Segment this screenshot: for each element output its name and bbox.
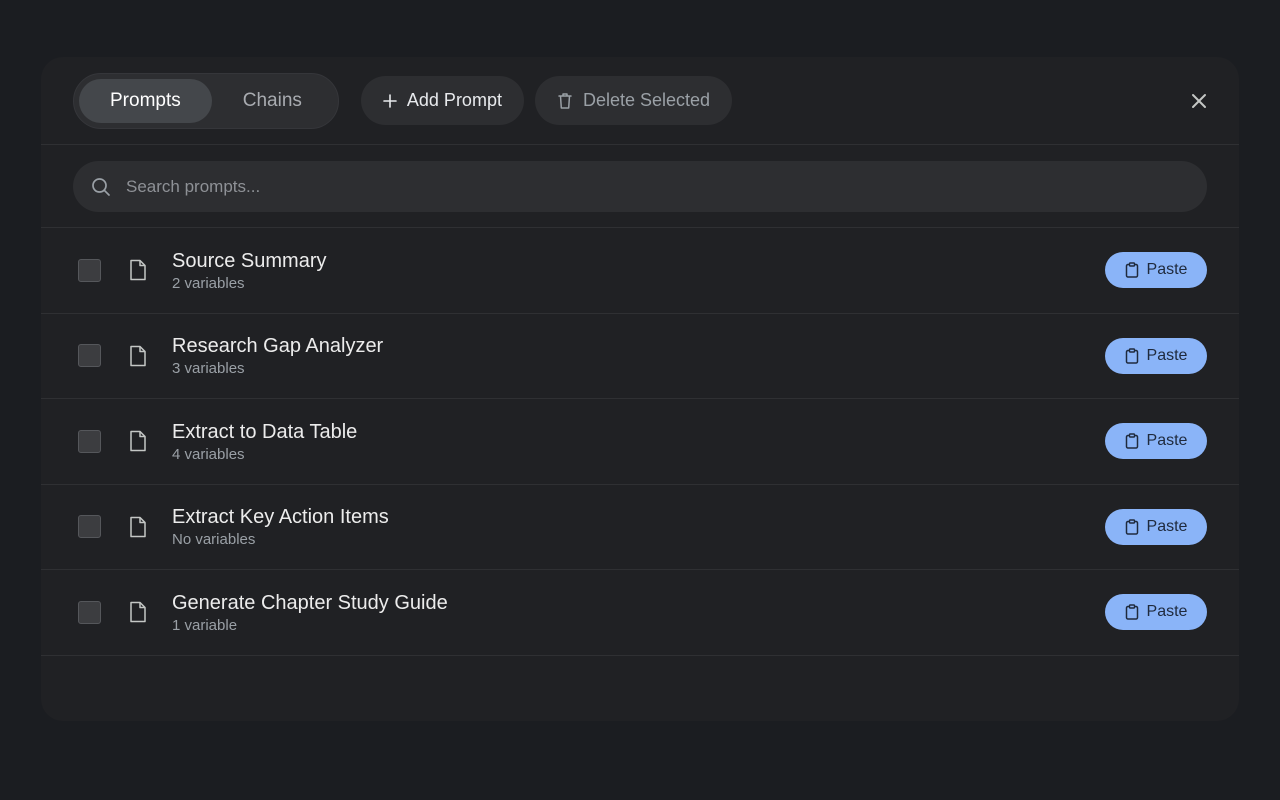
tab-prompts[interactable]: Prompts — [79, 78, 212, 123]
clipboard-icon — [1125, 348, 1138, 364]
search-icon — [92, 177, 110, 196]
prompt-variable-count: 4 variables — [172, 445, 245, 463]
row-checkbox[interactable] — [78, 600, 101, 624]
paste-button[interactable]: Paste — [1105, 508, 1207, 545]
trash-icon — [558, 92, 572, 109]
prompt-variable-count: 3 variables — [172, 360, 245, 378]
document-icon — [130, 602, 146, 623]
add-prompt-button[interactable]: Add Prompt — [360, 76, 524, 125]
prompt-variable-count: No variables — [172, 531, 256, 549]
prompt-text: Extract Key Action Items No variables — [172, 505, 1105, 548]
document-icon — [130, 345, 146, 366]
toolbar: Prompts Chains Add Prompt Delete Selecte… — [41, 57, 1239, 145]
prompt-variable-count: 1 variable — [172, 616, 238, 634]
list-item: Extract Key Action Items No variables Pa… — [41, 485, 1239, 570]
paste-label: Paste — [1146, 261, 1188, 279]
search-section — [41, 145, 1239, 228]
paste-button[interactable]: Paste — [1105, 252, 1207, 289]
prompt-library-panel: Prompts Chains Add Prompt Delete Selecte… — [41, 57, 1239, 721]
clipboard-icon — [1125, 262, 1138, 278]
prompt-text: Generate Chapter Study Guide 1 variable — [172, 591, 1105, 634]
prompt-title: Source Summary — [172, 249, 327, 272]
paste-button[interactable]: Paste — [1105, 337, 1207, 374]
prompt-title: Extract Key Action Items — [172, 506, 389, 529]
document-icon — [130, 431, 146, 452]
prompt-list: Source Summary 2 variables Paste Researc… — [41, 228, 1239, 656]
row-checkbox[interactable] — [78, 515, 101, 539]
clipboard-icon — [1125, 519, 1138, 535]
list-item: Research Gap Analyzer 3 variables Paste — [41, 314, 1239, 399]
paste-button[interactable]: Paste — [1105, 594, 1207, 631]
close-icon — [1192, 93, 1206, 108]
document-icon — [130, 260, 146, 281]
plus-icon — [383, 93, 397, 108]
row-checkbox[interactable] — [78, 429, 101, 453]
list-item: Extract to Data Table 4 variables Paste — [41, 399, 1239, 485]
delete-selected-label: Delete Selected — [582, 90, 711, 110]
clipboard-icon — [1125, 433, 1138, 449]
prompt-title: Extract to Data Table — [172, 420, 358, 443]
view-toggle: Prompts Chains — [73, 72, 339, 129]
row-checkbox[interactable] — [78, 344, 101, 368]
list-item: Source Summary 2 variables Paste — [41, 228, 1239, 314]
paste-label: Paste — [1146, 432, 1188, 450]
list-item: Generate Chapter Study Guide 1 variable … — [41, 570, 1239, 656]
add-prompt-label: Add Prompt — [406, 90, 502, 110]
prompt-title: Research Gap Analyzer — [172, 335, 384, 358]
paste-label: Paste — [1146, 603, 1188, 621]
tab-chains[interactable]: Chains — [212, 79, 333, 123]
paste-button[interactable]: Paste — [1105, 423, 1207, 460]
paste-label: Paste — [1146, 346, 1188, 364]
clipboard-icon — [1125, 604, 1138, 620]
prompt-title: Generate Chapter Study Guide — [172, 591, 448, 614]
search-bar — [73, 161, 1207, 212]
prompt-text: Source Summary 2 variables — [172, 249, 1105, 292]
prompt-variable-count: 2 variables — [172, 274, 245, 292]
close-button[interactable] — [1183, 85, 1215, 117]
search-input[interactable] — [126, 176, 1189, 197]
prompt-text: Extract to Data Table 4 variables — [172, 420, 1105, 463]
document-icon — [130, 516, 146, 537]
delete-selected-button[interactable]: Delete Selected — [534, 76, 733, 125]
row-checkbox[interactable] — [78, 258, 101, 282]
prompt-text: Research Gap Analyzer 3 variables — [172, 334, 1105, 377]
paste-label: Paste — [1146, 517, 1188, 535]
